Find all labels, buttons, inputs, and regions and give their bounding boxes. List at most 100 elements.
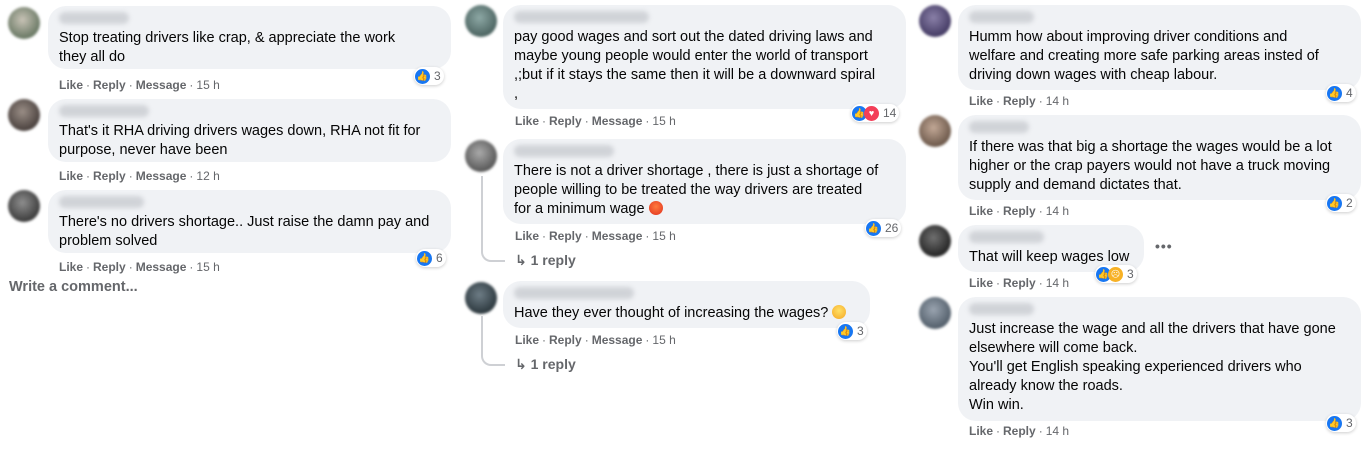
avatar[interactable] bbox=[465, 5, 497, 37]
author-name[interactable] bbox=[514, 11, 649, 23]
more-options-icon[interactable]: ••• bbox=[1155, 238, 1173, 254]
comment-actions: Like · Reply · 14 h bbox=[969, 276, 1070, 290]
reaction-summary[interactable]: 👍 6 bbox=[416, 249, 446, 267]
thread-connector bbox=[481, 316, 505, 366]
reply-button[interactable]: Reply bbox=[1003, 424, 1036, 438]
like-button[interactable]: Like bbox=[969, 94, 993, 108]
view-replies-link[interactable]: ↳ 1 reply bbox=[515, 252, 576, 269]
reaction-summary[interactable]: 👍 3 bbox=[414, 67, 444, 85]
message-button[interactable]: Message bbox=[592, 333, 643, 347]
reply-button[interactable]: Reply bbox=[1003, 94, 1036, 108]
reply-arrow-icon: ↳ bbox=[515, 252, 527, 268]
message-button[interactable]: Message bbox=[136, 78, 187, 92]
reaction-summary[interactable]: 👍 3 bbox=[1326, 414, 1356, 432]
like-button[interactable]: Like bbox=[515, 333, 539, 347]
like-button[interactable]: Like bbox=[515, 114, 539, 128]
like-reaction-icon: 👍 bbox=[1327, 85, 1342, 101]
reaction-count: 6 bbox=[436, 251, 443, 265]
reply-button[interactable]: Reply bbox=[549, 333, 582, 347]
timestamp[interactable]: 15 h bbox=[652, 114, 675, 128]
reply-button[interactable]: Reply bbox=[1003, 204, 1036, 218]
comment-actions: Like · Reply · 14 h bbox=[969, 424, 1070, 438]
comment-text: Humm how about improving driver conditio… bbox=[969, 29, 1319, 83]
avatar[interactable] bbox=[8, 99, 40, 131]
reaction-count: 2 bbox=[1346, 196, 1353, 210]
like-button[interactable]: Like bbox=[59, 78, 83, 92]
message-button[interactable]: Message bbox=[592, 229, 643, 243]
message-button[interactable]: Message bbox=[592, 114, 643, 128]
reaction-count: 14 bbox=[883, 106, 897, 120]
author-name[interactable] bbox=[969, 231, 1044, 243]
avatar[interactable] bbox=[919, 225, 951, 257]
author-name[interactable] bbox=[969, 11, 1034, 23]
comment-actions: Like · Reply · Message · 15 h bbox=[515, 114, 676, 128]
author-name[interactable] bbox=[514, 145, 614, 157]
reply-button[interactable]: Reply bbox=[549, 229, 582, 243]
like-reaction-icon: 👍 bbox=[866, 220, 881, 236]
timestamp[interactable]: 12 h bbox=[196, 169, 219, 183]
reaction-summary[interactable]: 👍 ☹ 3 bbox=[1095, 265, 1137, 283]
comment-text: Have they ever thought of increasing the… bbox=[514, 304, 859, 323]
avatar[interactable] bbox=[465, 140, 497, 172]
reaction-summary[interactable]: 👍 2 bbox=[1326, 194, 1356, 212]
reply-button[interactable]: Reply bbox=[549, 114, 582, 128]
avatar[interactable] bbox=[465, 282, 497, 314]
timestamp[interactable]: 14 h bbox=[1046, 94, 1069, 108]
comment-text: If there was that big a shortage the wag… bbox=[969, 139, 1332, 193]
comment-bubble: pay good wages and sort out the dated dr… bbox=[503, 5, 906, 109]
reaction-summary[interactable]: 👍 ♥ 14 bbox=[851, 104, 900, 122]
reaction-count: 26 bbox=[885, 221, 899, 235]
comment-text: That's it RHA driving drivers wages down… bbox=[59, 123, 421, 158]
comment-actions: Like · Reply · Message · 15 h bbox=[515, 333, 676, 347]
avatar[interactable] bbox=[8, 7, 40, 39]
comment-text: There's no drivers shortage.. Just raise… bbox=[59, 214, 430, 249]
like-button[interactable]: Like bbox=[515, 229, 539, 243]
message-button[interactable]: Message bbox=[136, 169, 187, 183]
reaction-summary[interactable]: 👍 4 bbox=[1326, 84, 1356, 102]
timestamp[interactable]: 15 h bbox=[196, 260, 219, 274]
timestamp[interactable]: 14 h bbox=[1046, 276, 1069, 290]
comment-text: pay good wages and sort out the dated dr… bbox=[514, 29, 876, 102]
comment-text: There is not a driver shortage , there i… bbox=[514, 163, 879, 217]
author-name[interactable] bbox=[59, 196, 144, 208]
like-button[interactable]: Like bbox=[969, 276, 993, 290]
avatar[interactable] bbox=[919, 5, 951, 37]
reply-button[interactable]: Reply bbox=[93, 260, 126, 274]
comment-text: Just increase the wage and all the drive… bbox=[969, 321, 1336, 413]
timestamp[interactable]: 14 h bbox=[1046, 424, 1069, 438]
laughing-emoji-icon bbox=[832, 305, 847, 319]
author-name[interactable] bbox=[59, 12, 129, 24]
reaction-summary[interactable]: 👍 26 bbox=[865, 219, 902, 237]
like-reaction-icon: 👍 bbox=[1327, 195, 1342, 211]
reply-arrow-icon: ↳ bbox=[515, 356, 527, 372]
like-button[interactable]: Like bbox=[59, 169, 83, 183]
comment-actions: Like · Reply · Message · 15 h bbox=[59, 260, 220, 274]
view-replies-link[interactable]: ↳ 1 reply bbox=[515, 356, 576, 373]
comment-actions: Like · Reply · 14 h bbox=[969, 204, 1070, 218]
avatar[interactable] bbox=[8, 190, 40, 222]
comment-actions: Like · Reply · 14 h bbox=[969, 94, 1070, 108]
write-comment-link[interactable]: Write a comment... bbox=[9, 279, 138, 295]
like-button[interactable]: Like bbox=[969, 204, 993, 218]
author-name[interactable] bbox=[514, 287, 634, 299]
reaction-summary[interactable]: 👍 3 bbox=[837, 322, 867, 340]
avatar[interactable] bbox=[919, 297, 951, 329]
author-name[interactable] bbox=[969, 303, 1034, 315]
reply-button[interactable]: Reply bbox=[93, 169, 126, 183]
reply-button[interactable]: Reply bbox=[93, 78, 126, 92]
love-reaction-icon: ♥ bbox=[864, 105, 879, 121]
timestamp[interactable]: 15 h bbox=[196, 78, 219, 92]
sad-reaction-icon: ☹ bbox=[1108, 266, 1123, 282]
timestamp[interactable]: 15 h bbox=[652, 229, 675, 243]
reply-button[interactable]: Reply bbox=[1003, 276, 1036, 290]
timestamp[interactable]: 15 h bbox=[652, 333, 675, 347]
author-name[interactable] bbox=[969, 121, 1029, 133]
like-button[interactable]: Like bbox=[59, 260, 83, 274]
timestamp[interactable]: 14 h bbox=[1046, 204, 1069, 218]
avatar[interactable] bbox=[919, 115, 951, 147]
comment-actions: Like · Reply · Message · 12 h bbox=[59, 169, 220, 183]
like-reaction-icon: 👍 bbox=[1327, 415, 1342, 431]
like-button[interactable]: Like bbox=[969, 424, 993, 438]
message-button[interactable]: Message bbox=[136, 260, 187, 274]
author-name[interactable] bbox=[59, 105, 149, 117]
